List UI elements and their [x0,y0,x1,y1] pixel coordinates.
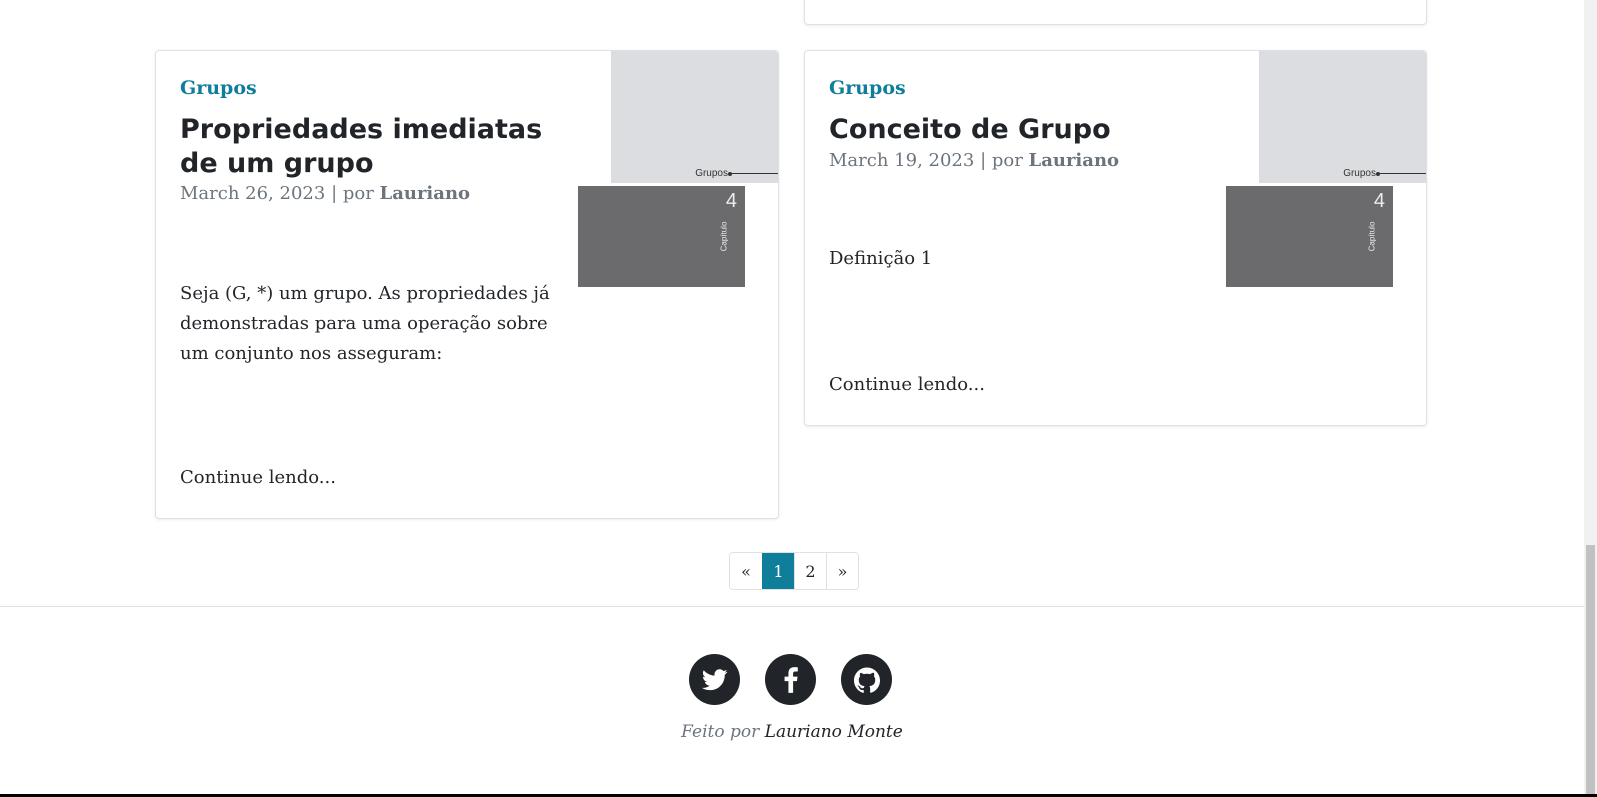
post-meta: March 19, 2023 | por Lauriano [829,150,1119,171]
post-author-link[interactable]: Lauriano [1029,150,1119,171]
thumbnail-label: Grupos [695,168,728,179]
post-thumbnail-chapter[interactable]: 4 Capítulo [578,186,745,287]
continue-reading-link[interactable]: Continue lendo... [829,374,985,395]
credit-author-link[interactable]: Lauriano Monte [765,722,903,742]
post-excerpt: Definição 1 [829,248,933,269]
pagination-next[interactable]: » [826,553,858,589]
credit-prefix: Feito por [681,722,760,742]
post-card: Grupos 4 Capítulo Grupos Propriedades im… [155,50,779,519]
post-thumbnail-chapter[interactable]: 4 Capítulo [1226,186,1393,287]
previous-post-card [804,0,1427,25]
facebook-icon[interactable] [765,654,816,705]
pagination-page-2[interactable]: 2 [794,553,826,589]
post-date: March 26, 2023 [180,183,326,204]
thumbnail-label: Grupos [1343,168,1376,179]
twitter-icon[interactable] [689,654,740,705]
post-thumbnail[interactable]: Grupos [611,51,778,183]
chapter-word: Capítulo [1367,221,1377,252]
pagination: « 1 2 » [729,552,859,590]
post-author-link[interactable]: Lauriano [380,183,470,204]
social-links [689,654,892,705]
thumbnail-line [1378,173,1426,174]
footer-credit: Feito por Lauriano Monte [0,722,1584,742]
pagination-page-1[interactable]: 1 [762,553,794,589]
continue-reading-link[interactable]: Continue lendo... [180,467,336,488]
post-meta: March 26, 2023 | por Lauriano [180,183,470,204]
scrollbar-track[interactable] [1584,0,1597,797]
chapter-number: 4 [725,190,737,212]
footer-divider [0,606,1584,607]
post-meta-separator: | por [980,150,1023,171]
scrollbar-thumb[interactable] [1586,545,1595,795]
post-title-link[interactable]: Conceito de Grupo [829,113,1229,147]
post-category-link[interactable]: Grupos [180,77,257,99]
post-card: Grupos 4 Capítulo Grupos Conceito de Gru… [804,50,1427,426]
post-excerpt: Seja (G, *) um grupo. As propriedades já… [180,283,550,364]
post-category-link[interactable]: Grupos [829,77,906,99]
post-meta-separator: | por [331,183,374,204]
thumbnail-line [730,173,778,174]
post-thumbnail[interactable]: Grupos [1259,51,1426,183]
pagination-prev[interactable]: « [730,553,762,589]
chapter-number: 4 [1373,190,1385,212]
chapter-word: Capítulo [719,221,729,252]
post-title-link[interactable]: Propriedades imediatas de um grupo [180,113,560,181]
post-date: March 19, 2023 [829,150,975,171]
github-icon[interactable] [841,654,892,705]
